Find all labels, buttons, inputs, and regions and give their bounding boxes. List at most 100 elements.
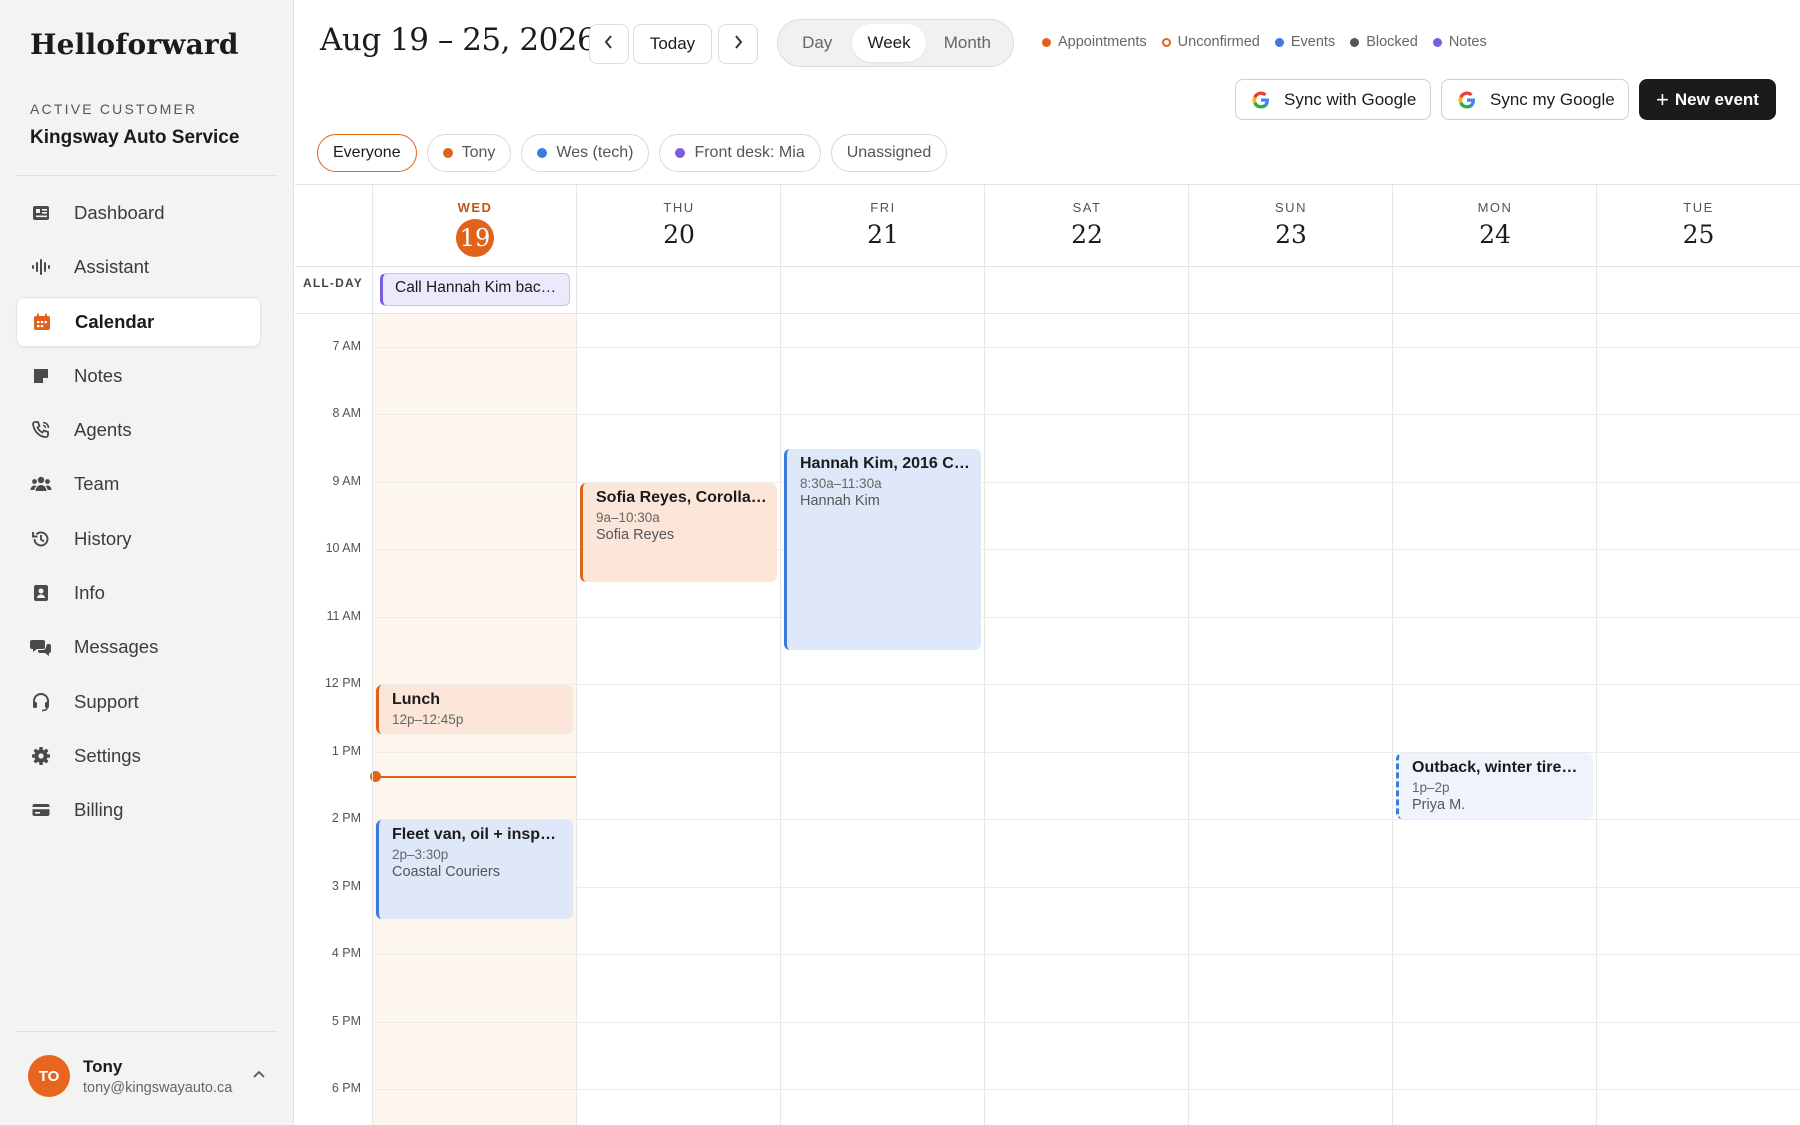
sidebar-nav: Dashboard Assistant Calendar Notes Agent…: [16, 188, 261, 840]
hour-label: 2 PM: [331, 811, 361, 825]
hour-gridline: [372, 684, 1800, 685]
day-header-mon[interactable]: MON 24: [1393, 185, 1597, 266]
sync-my-google-button[interactable]: Sync my Google: [1441, 79, 1629, 120]
sidebar-item-info[interactable]: Info: [16, 568, 261, 618]
header-divider: [295, 266, 1800, 267]
event-time: 1p–2p: [1412, 780, 1450, 795]
credit-card-icon: [30, 799, 52, 821]
day-header-thu[interactable]: THU 20: [577, 185, 781, 266]
sidebar-divider: [16, 175, 277, 176]
tony-dot-icon: [442, 148, 453, 158]
week-calendar-grid: ALL-DAY WED 19 THU 20 FRI 21 SAT 22 SUN 23 M…: [295, 184, 1800, 1125]
notes-dot-icon: [1432, 37, 1442, 47]
sidebar-item-label: Info: [74, 582, 105, 604]
day-column-divider: [1188, 185, 1189, 1125]
calendar-event[interactable]: Lunch 12p–12:45p: [376, 685, 573, 734]
allday-divider: [295, 313, 1800, 314]
sidebar-item-billing[interactable]: Billing: [16, 785, 261, 835]
brand-logo[interactable]: Helloforward: [30, 28, 239, 61]
view-week-button[interactable]: Week: [852, 24, 926, 62]
sidebar-item-support[interactable]: Support: [16, 677, 261, 727]
legend-unconfirmed: Unconfirmed: [1161, 34, 1260, 50]
event-time: 12p–12:45p: [392, 712, 464, 727]
calendar-event[interactable]: Sofia Reyes, Corolla, ... 9a–10:30a Sofia …: [580, 483, 777, 582]
sidebar-item-label: Settings: [74, 744, 141, 766]
day-header-fri[interactable]: FRI 21: [781, 185, 985, 266]
plus-icon: +: [1656, 86, 1669, 112]
events-dot-icon: [1274, 37, 1284, 47]
day-header-wed[interactable]: WED 19: [373, 185, 577, 266]
event-title: Outback, winter tires...: [1412, 759, 1583, 776]
day-header-tue[interactable]: TUE 25: [1597, 185, 1800, 266]
calendar-icon: [31, 311, 53, 333]
day-column-divider: [576, 185, 577, 1125]
active-customer-name[interactable]: Kingsway Auto Service: [30, 127, 239, 149]
hour-label: 7 AM: [332, 339, 362, 353]
sidebar-item-label: Team: [74, 473, 120, 495]
new-event-button[interactable]: + New event: [1639, 79, 1776, 120]
view-day-button[interactable]: Day: [782, 24, 852, 62]
calendar-event[interactable]: Outback, winter tires... 1p–2p Priya M.: [1396, 753, 1593, 819]
sidebar-item-label: Messages: [74, 636, 159, 658]
event-title: Lunch: [392, 691, 440, 708]
sidebar-divider: [16, 1031, 277, 1032]
filter-unassigned[interactable]: Unassigned: [830, 134, 948, 172]
sidebar-item-settings[interactable]: Settings: [16, 731, 261, 781]
waveform-icon: [30, 256, 52, 278]
filter-tony[interactable]: Tony: [426, 134, 512, 172]
previous-week-button[interactable]: [589, 24, 629, 64]
hour-label: 6 PM: [331, 1081, 361, 1095]
filter-front-desk-mia[interactable]: Front desk: Mia: [659, 134, 821, 172]
current-time-line: [375, 776, 577, 778]
sync-with-google-button[interactable]: Sync with Google: [1235, 79, 1431, 120]
sidebar-item-label: Support: [74, 690, 139, 712]
history-icon: [30, 528, 52, 550]
event-legend: Appointments Unconfirmed Events Blocked …: [1042, 34, 1502, 50]
day-column-divider: [1596, 185, 1597, 1125]
sidebar-item-calendar[interactable]: Calendar: [16, 296, 261, 347]
event-title: Fleet van, oil + inspec...: [392, 826, 563, 843]
hour-label: 4 PM: [331, 946, 361, 960]
view-month-button[interactable]: Month: [926, 24, 1009, 62]
sidebar-item-assistant[interactable]: Assistant: [16, 242, 261, 292]
next-week-button[interactable]: [718, 24, 758, 64]
event-customer: Priya M.: [1412, 797, 1466, 813]
active-customer-label: ACTIVE CUSTOMER: [30, 101, 198, 117]
sidebar-item-team[interactable]: Team: [16, 459, 261, 509]
chat-icon: [30, 636, 52, 658]
event-time: 2p–3:30p: [392, 847, 449, 862]
sidebar-item-label: Notes: [74, 364, 123, 386]
google-icon: [1457, 90, 1477, 110]
calendar-event[interactable]: Fleet van, oil + inspec... 2p–3:30p Coasta…: [376, 820, 573, 919]
sidebar-item-dashboard[interactable]: Dashboard: [16, 188, 261, 238]
hour-gridline: [372, 617, 1800, 618]
day-header-sun[interactable]: SUN 23: [1189, 185, 1393, 266]
hour-label: 12 PM: [324, 676, 361, 690]
sidebar: Helloforward ACTIVE CUSTOMER Kingsway Au…: [0, 0, 294, 1125]
allday-note-call-hannah[interactable]: Call Hannah Kim back...: [380, 273, 570, 306]
day-header-sat[interactable]: SAT 22: [985, 185, 1189, 266]
gear-icon: [30, 745, 52, 767]
legend-events: Events: [1274, 34, 1335, 50]
filter-wes[interactable]: Wes (tech): [521, 134, 650, 172]
calendar-event[interactable]: Hannah Kim, 2016 Ci... 8:30a–11:30a Hannah…: [784, 449, 981, 650]
sidebar-item-messages[interactable]: Messages: [16, 622, 261, 672]
phone-icon: [30, 419, 52, 441]
sidebar-item-label: Billing: [74, 799, 124, 821]
hour-gridline: [372, 1022, 1800, 1023]
sidebar-item-agents[interactable]: Agents: [16, 405, 261, 455]
avatar: TO: [28, 1055, 70, 1097]
day-column-divider: [1392, 185, 1393, 1125]
filter-everyone[interactable]: Everyone: [317, 134, 417, 172]
sidebar-item-history[interactable]: History: [16, 514, 261, 564]
chevron-up-icon[interactable]: [252, 1066, 266, 1084]
today-button[interactable]: Today: [633, 24, 712, 64]
sidebar-item-notes[interactable]: Notes: [16, 351, 261, 401]
hour-gridline: [372, 887, 1800, 888]
mia-dot-icon: [675, 148, 686, 158]
event-customer: Hannah Kim: [800, 493, 880, 509]
event-title: Sofia Reyes, Corolla, ...: [596, 489, 767, 506]
chevron-right-icon: [732, 34, 744, 55]
user-profile[interactable]: TO Tony tony@kingswayauto.ca: [28, 1055, 232, 1097]
hour-label: 3 PM: [331, 879, 361, 893]
